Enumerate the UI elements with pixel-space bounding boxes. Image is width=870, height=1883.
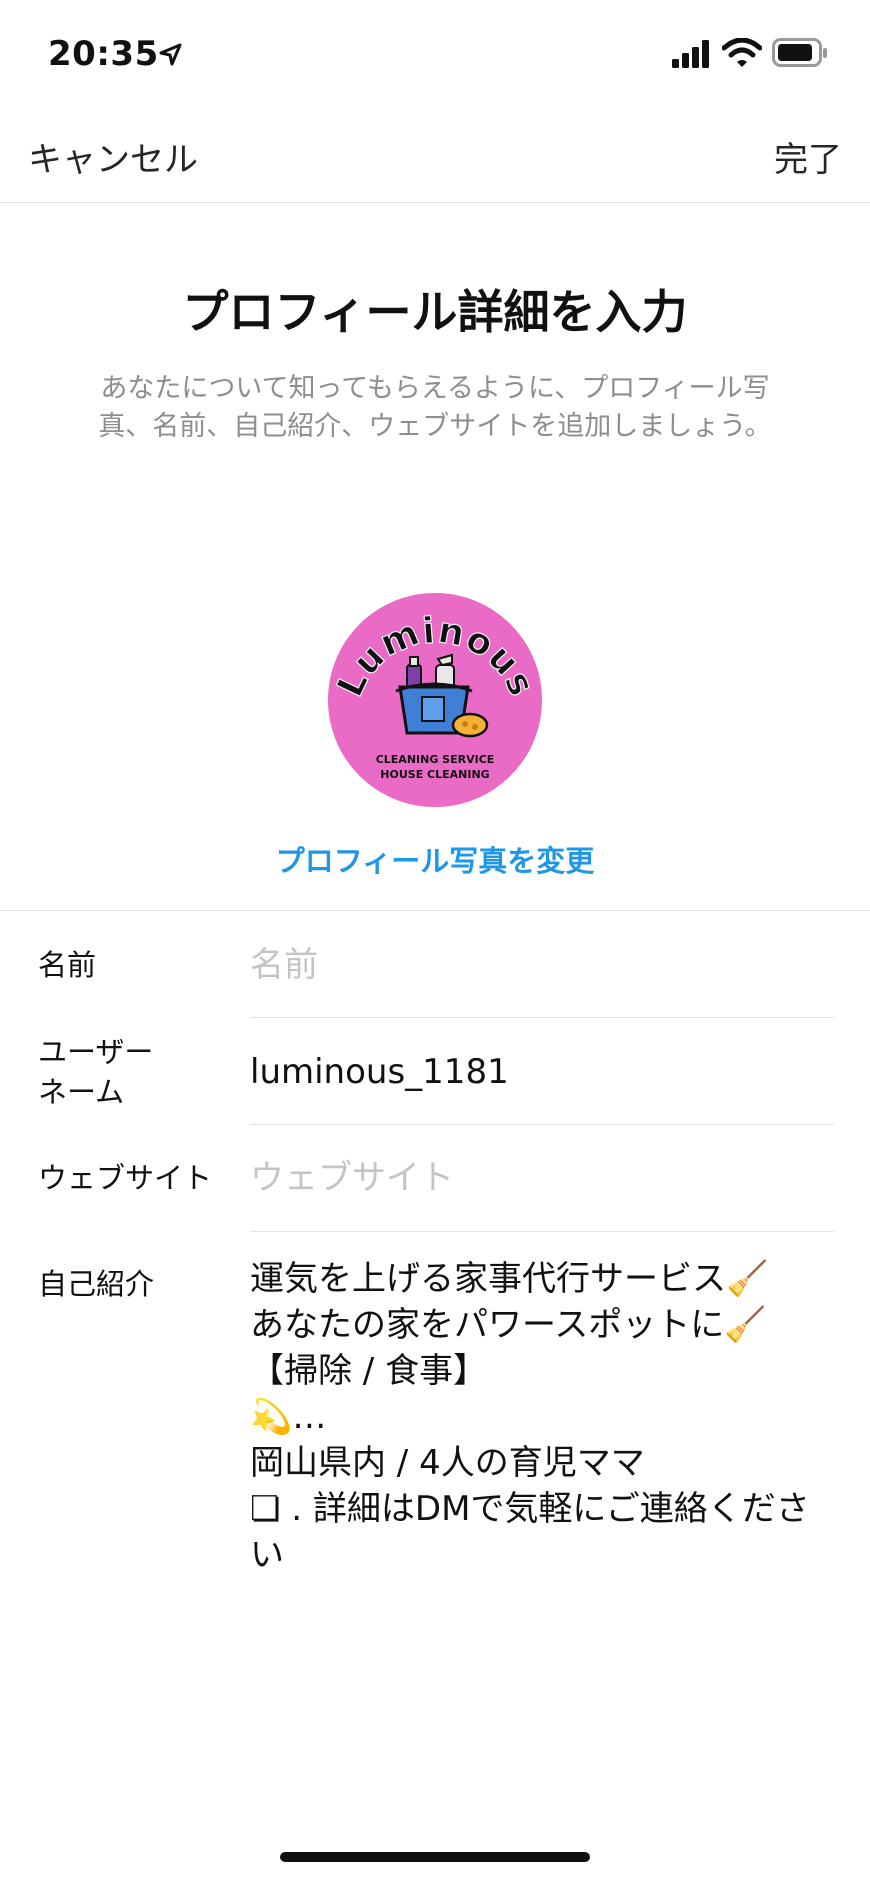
page-subtitle: あなたについて知ってもらえるように、プロフィール写真、名前、自己紹介、ウェブサイ…: [98, 373, 772, 442]
bio-line: あなたの家をパワースポットに🧹: [250, 1305, 767, 1345]
change-profile-photo-link[interactable]: プロフィール写真を変更: [0, 838, 870, 880]
username-label: ユーザーネーム: [38, 1032, 178, 1112]
name-underline: [250, 1017, 834, 1018]
bio-label: 自己紹介: [38, 1267, 155, 1301]
cellular-signal-icon: [672, 40, 712, 72]
bio-line: 運気を上げる家事代行サービス🧹: [250, 1259, 769, 1299]
profile-avatar[interactable]: Luminous CLEANING SERVICE HOUSE CLEANING: [328, 593, 542, 807]
avatar-line2: HOUSE CLEANING: [380, 768, 489, 781]
username-label-text: ユーザーネーム: [38, 1035, 154, 1109]
status-time: 20:35: [48, 34, 159, 74]
wifi-icon: [721, 37, 763, 72]
done-button[interactable]: 完了: [774, 132, 842, 181]
cancel-button[interactable]: キャンセル: [28, 132, 198, 181]
page-title: プロフィール詳細を入力: [182, 285, 688, 339]
bio-line: ❏ . 詳細はDMで気軽にご連絡ください: [250, 1489, 810, 1575]
bio-line: 岡山県内 / 4人の育児ママ: [250, 1443, 645, 1483]
name-input[interactable]: 名前: [250, 943, 830, 987]
website-underline: [250, 1231, 834, 1232]
nav-bar: キャンセル 完了: [0, 112, 870, 203]
username-underline: [250, 1124, 834, 1125]
website-input[interactable]: ウェブサイト: [250, 1156, 830, 1200]
avatar-line1: CLEANING SERVICE: [376, 753, 495, 766]
bio-line: 【掃除 / 食事】: [250, 1351, 488, 1391]
divider: [0, 910, 870, 911]
name-label: 名前: [38, 948, 97, 982]
username-input[interactable]: luminous_1181: [250, 1050, 830, 1094]
location-arrow-icon: [158, 42, 184, 72]
website-label: ウェブサイト: [38, 1161, 213, 1195]
bio-input[interactable]: 運気を上げる家事代行サービス🧹 あなたの家をパワースポットに🧹 【掃除 / 食事…: [250, 1256, 840, 1578]
home-indicator[interactable]: [280, 1852, 590, 1862]
battery-icon: [772, 38, 828, 72]
status-bar: 20:35: [0, 0, 870, 112]
bio-line: 💫…: [250, 1397, 327, 1437]
